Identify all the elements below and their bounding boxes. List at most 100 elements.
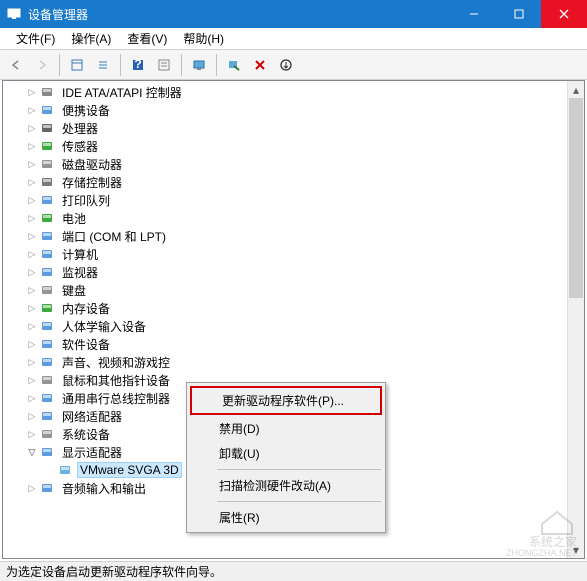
chevron-right-icon[interactable]: ▷	[25, 265, 39, 279]
tree-item[interactable]: ▷ 打印队列	[7, 191, 584, 209]
menu-file[interactable]: 文件(F)	[8, 28, 63, 49]
tree-item[interactable]: ▷ 软件设备	[7, 335, 584, 353]
tree-item-label[interactable]: 计算机	[59, 245, 101, 264]
tree-item-label[interactable]: 传感器	[59, 137, 101, 156]
tree-item[interactable]: ▷ IDE ATA/ATAPI 控制器	[7, 83, 584, 101]
chevron-right-icon[interactable]: ▷	[25, 157, 39, 171]
device-icon	[57, 462, 73, 478]
tree-item-label[interactable]: 声音、视频和游戏控	[59, 353, 173, 372]
tree-item-label[interactable]: IDE ATA/ATAPI 控制器	[59, 83, 185, 102]
tree-item[interactable]: ▷ 存储控制器	[7, 173, 584, 191]
toolbar-separator	[120, 54, 121, 76]
forward-button[interactable]	[30, 53, 54, 77]
chevron-right-icon[interactable]	[43, 463, 57, 477]
tree-item-label[interactable]: 通用串行总线控制器	[59, 389, 173, 408]
chevron-right-icon[interactable]: ▷	[25, 409, 39, 423]
tree-item-label[interactable]: 音频输入和输出	[59, 479, 149, 498]
ctx-disable[interactable]: 禁用(D)	[189, 416, 383, 441]
tree-item-label[interactable]: 便携设备	[59, 101, 113, 120]
tree-item-label[interactable]: 电池	[59, 209, 89, 228]
tree-item-label[interactable]: 系统设备	[59, 425, 113, 444]
close-button[interactable]	[541, 0, 587, 28]
scan-button[interactable]	[222, 53, 246, 77]
device-icon	[39, 372, 55, 388]
chevron-down-icon[interactable]: ▽	[25, 445, 39, 459]
tree-item[interactable]: ▷ 便携设备	[7, 101, 584, 119]
tree-item[interactable]: ▷ 内存设备	[7, 299, 584, 317]
device-icon	[39, 282, 55, 298]
tree-item-label[interactable]: 显示适配器	[59, 443, 125, 462]
tree-item-label[interactable]: 内存设备	[59, 299, 113, 318]
tree-item[interactable]: ▷ 监视器	[7, 263, 584, 281]
view-button[interactable]	[65, 53, 89, 77]
ctx-uninstall[interactable]: 卸载(U)	[189, 441, 383, 466]
tree-item-label[interactable]: 打印队列	[59, 191, 113, 210]
minimize-button[interactable]	[451, 0, 496, 28]
device-icon	[39, 192, 55, 208]
menu-view[interactable]: 查看(V)	[119, 28, 175, 49]
help-button[interactable]: ?	[126, 53, 150, 77]
menu-bar: 文件(F) 操作(A) 查看(V) 帮助(H)	[0, 28, 587, 50]
chevron-right-icon[interactable]: ▷	[25, 247, 39, 261]
chevron-right-icon[interactable]: ▷	[25, 481, 39, 495]
chevron-right-icon[interactable]: ▷	[25, 319, 39, 333]
chevron-right-icon[interactable]: ▷	[25, 391, 39, 405]
tree-item[interactable]: ▷ 声音、视频和游戏控	[7, 353, 584, 371]
scroll-thumb[interactable]	[569, 98, 583, 298]
chevron-right-icon[interactable]: ▷	[25, 103, 39, 117]
tree-item-label[interactable]: 存储控制器	[59, 173, 125, 192]
status-bar: 为选定设备启动更新驱动程序软件向导。	[0, 561, 587, 581]
tree-item[interactable]: ▷ 人体学输入设备	[7, 317, 584, 335]
tree-item-label[interactable]: 监视器	[59, 263, 101, 282]
chevron-right-icon[interactable]: ▷	[25, 373, 39, 387]
maximize-button[interactable]	[496, 0, 541, 28]
back-button[interactable]	[4, 53, 28, 77]
tree-item-label[interactable]: 网络适配器	[59, 407, 125, 426]
list-button[interactable]	[91, 53, 115, 77]
tree-item-label[interactable]: 人体学输入设备	[59, 317, 149, 336]
tree-item-label[interactable]: VMware SVGA 3D	[77, 462, 182, 478]
device-icon	[39, 426, 55, 442]
scroll-down-button[interactable]: ▾	[568, 541, 584, 558]
properties-button[interactable]	[152, 53, 176, 77]
vertical-scrollbar[interactable]: ▴ ▾	[567, 81, 584, 558]
menu-help[interactable]: 帮助(H)	[175, 28, 232, 49]
chevron-right-icon[interactable]: ▷	[25, 139, 39, 153]
ctx-scan[interactable]: 扫描检测硬件改动(A)	[189, 473, 383, 498]
tree-item[interactable]: ▷ 计算机	[7, 245, 584, 263]
chevron-right-icon[interactable]: ▷	[25, 175, 39, 189]
uninstall-button[interactable]	[248, 53, 272, 77]
menu-action[interactable]: 操作(A)	[63, 28, 119, 49]
device-icon	[39, 102, 55, 118]
chevron-right-icon[interactable]: ▷	[25, 283, 39, 297]
tree-item-label[interactable]: 处理器	[59, 119, 101, 138]
tree-item-label[interactable]: 软件设备	[59, 335, 113, 354]
chevron-right-icon[interactable]: ▷	[25, 427, 39, 441]
tree-item[interactable]: ▷ 传感器	[7, 137, 584, 155]
chevron-right-icon[interactable]: ▷	[25, 301, 39, 315]
tree-item[interactable]: ▷ 端口 (COM 和 LPT)	[7, 227, 584, 245]
tree-item-label[interactable]: 键盘	[59, 281, 89, 300]
chevron-right-icon[interactable]: ▷	[25, 337, 39, 351]
chevron-right-icon[interactable]: ▷	[25, 355, 39, 369]
ctx-update-driver[interactable]: 更新驱动程序软件(P)...	[190, 386, 382, 415]
tree-item[interactable]: ▷ 磁盘驱动器	[7, 155, 584, 173]
tree-item[interactable]: ▷ 处理器	[7, 119, 584, 137]
chevron-right-icon[interactable]: ▷	[25, 193, 39, 207]
tree-item[interactable]: ▷ 电池	[7, 209, 584, 227]
tree-item-label[interactable]: 端口 (COM 和 LPT)	[59, 227, 169, 246]
chevron-right-icon[interactable]: ▷	[25, 85, 39, 99]
device-icon	[39, 336, 55, 352]
chevron-right-icon[interactable]: ▷	[25, 211, 39, 225]
tree-item-label[interactable]: 鼠标和其他指针设备	[59, 371, 173, 390]
chevron-right-icon[interactable]: ▷	[25, 121, 39, 135]
window-controls	[451, 0, 587, 28]
ctx-separator	[217, 501, 381, 502]
tree-item-label[interactable]: 磁盘驱动器	[59, 155, 125, 174]
tree-item[interactable]: ▷ 键盘	[7, 281, 584, 299]
ctx-properties[interactable]: 属性(R)	[189, 505, 383, 530]
computer-icon[interactable]	[187, 53, 211, 77]
scroll-up-button[interactable]: ▴	[568, 81, 584, 98]
update-button[interactable]	[274, 53, 298, 77]
chevron-right-icon[interactable]: ▷	[25, 229, 39, 243]
